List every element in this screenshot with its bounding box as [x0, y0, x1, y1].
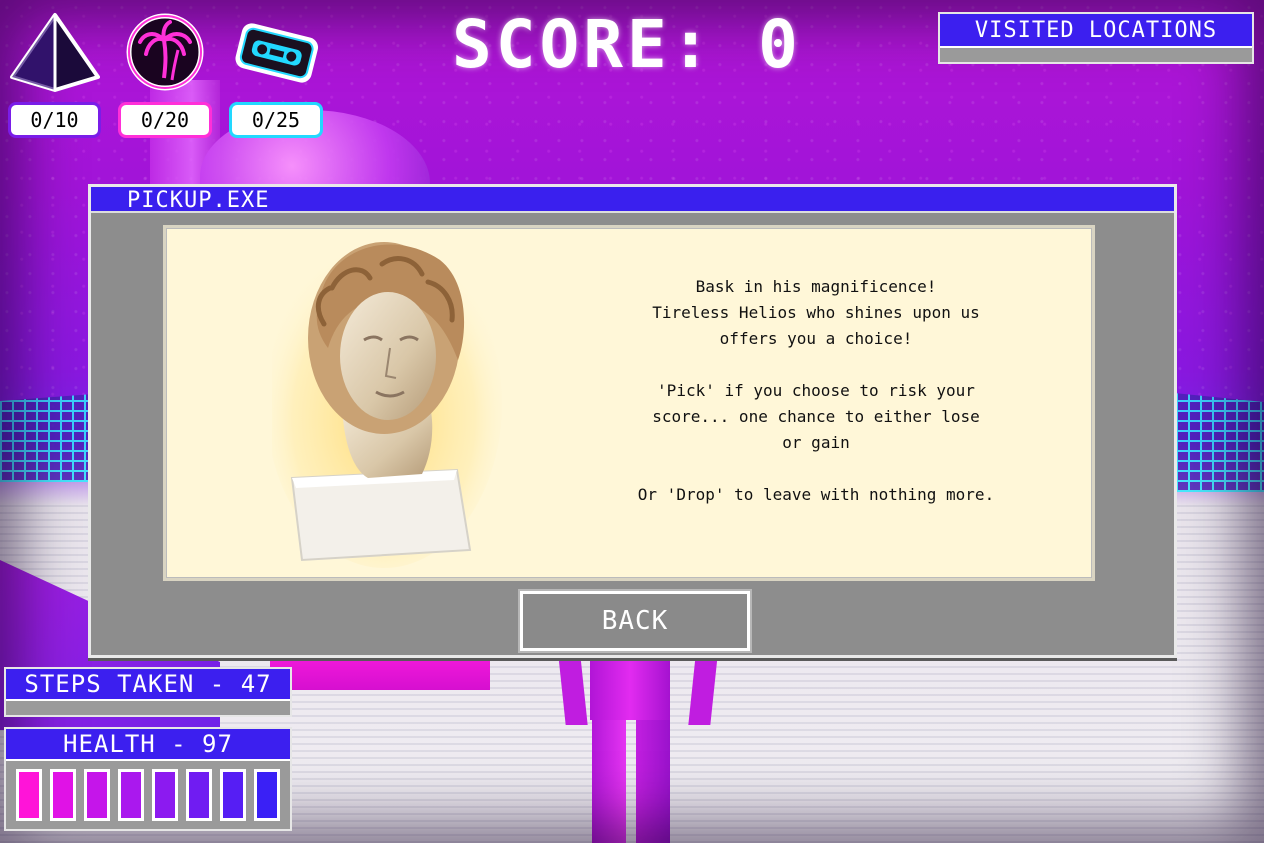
dialog-message: Bask in his magnificence! Tireless Helio…	[586, 274, 1046, 534]
visited-locations-label: VISITED LOCATIONS	[940, 14, 1252, 48]
message-line: Or 'Drop' to leave with nothing more.	[637, 485, 995, 504]
message-line: offers you a choice!	[719, 329, 913, 348]
player-character	[558, 650, 720, 843]
helios-bust-image	[272, 238, 502, 568]
cassette-counter: 0/25	[229, 102, 323, 138]
dialog-title: PICKUP.EXE	[127, 188, 270, 213]
message-line: score... one chance to either lose	[652, 407, 980, 426]
message-paragraph: Or 'Drop' to leave with nothing more.	[586, 482, 1046, 508]
neon-grid-right	[1164, 392, 1264, 492]
health-bar	[16, 769, 280, 821]
message-line: Bask in his magnificence!	[695, 277, 937, 296]
health-cell	[118, 769, 144, 821]
health-cell	[220, 769, 246, 821]
health-cell	[254, 769, 280, 821]
health-cell	[186, 769, 212, 821]
health-cell	[152, 769, 178, 821]
back-button[interactable]: BACK	[518, 589, 752, 653]
message-line: or gain	[782, 433, 850, 452]
health-label: HEALTH - 97	[6, 729, 290, 761]
dialog-titlebar[interactable]: PICKUP.EXE	[91, 187, 1174, 213]
health-panel: HEALTH - 97	[4, 727, 292, 831]
health-cell	[84, 769, 110, 821]
pickup-dialog: PICKUP.EXE Bask in his magnificence! Tir…	[88, 184, 1177, 658]
score-display: SCORE: 0	[452, 6, 802, 83]
palm-tree-counter: 0/20	[118, 102, 212, 138]
pyramid-icon	[10, 12, 100, 92]
health-cell	[16, 769, 42, 821]
steps-taken-label: STEPS TAKEN - 47	[6, 669, 290, 701]
visited-locations-panel[interactable]: VISITED LOCATIONS	[938, 12, 1254, 64]
message-paragraph: Bask in his magnificence! Tireless Helio…	[586, 274, 1046, 352]
message-line: 'Pick' if you choose to risk your	[657, 381, 975, 400]
health-cell	[50, 769, 76, 821]
cassette-icon	[232, 12, 322, 92]
dialog-content: Bask in his magnificence! Tireless Helio…	[163, 225, 1095, 581]
palm-tree-icon	[120, 12, 210, 92]
pyramid-counter: 0/10	[8, 102, 101, 138]
message-paragraph: 'Pick' if you choose to risk your score.…	[586, 378, 1046, 456]
steps-taken-panel: STEPS TAKEN - 47	[4, 667, 292, 717]
message-line: Tireless Helios who shines upon us	[652, 303, 980, 322]
